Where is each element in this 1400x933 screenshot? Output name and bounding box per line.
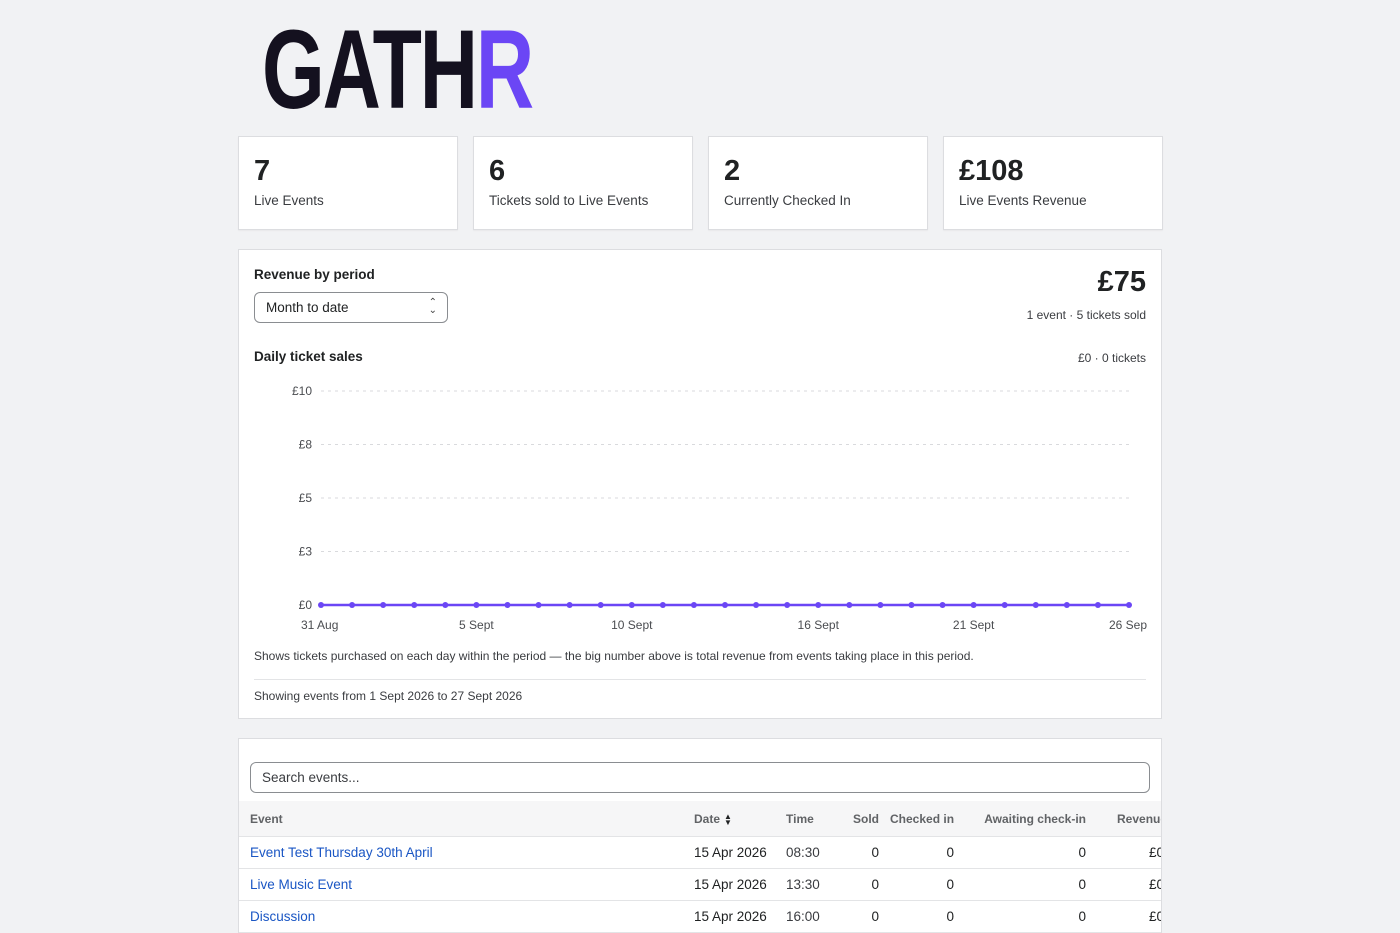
event-revenue: £0: [1149, 877, 1161, 892]
data-point: [753, 602, 760, 608]
y-tick-label: £8: [299, 438, 313, 452]
x-tick-label: 10 Sept: [611, 618, 653, 632]
x-tick-label: 21 Sept: [953, 618, 995, 632]
data-point: [473, 602, 480, 608]
table-row[interactable]: Event Test Thursday 30th April 15 Apr 20…: [239, 837, 1161, 869]
column-header-event[interactable]: Event: [250, 812, 283, 826]
column-header-date[interactable]: Date ▲ ▼: [694, 812, 732, 826]
daily-sales-chart: £0 £3 £5 £8 £10 31 Aug 5 Sept 10 Sept 16 Sept 21 …: [292, 384, 1147, 632]
events-table-header: Event Date ▲ ▼ Time Sold Checked in Awaiti…: [239, 801, 1161, 837]
column-header-checked-in[interactable]: Checked in: [890, 812, 954, 826]
data-point: [628, 602, 635, 608]
event-sold: 0: [871, 909, 879, 924]
stat-card-tickets-sold: 6 Tickets sold to Live Events: [473, 136, 693, 230]
event-awaiting: 0: [1078, 877, 1086, 892]
daily-sales-title: Daily ticket sales: [254, 349, 363, 364]
data-point: [411, 602, 418, 608]
data-point: [815, 602, 822, 608]
y-tick-label: £5: [299, 491, 313, 505]
event-date: 15 Apr 2026: [694, 909, 767, 924]
stat-value: £108: [959, 155, 1024, 187]
data-point: [380, 602, 387, 608]
y-tick-label: £3: [299, 545, 313, 559]
select-chevron-icon: ⌃ ⌄: [428, 297, 437, 316]
stat-label: Live Events Revenue: [959, 193, 1087, 208]
stat-label: Tickets sold to Live Events: [489, 193, 649, 208]
event-checked-in: 0: [946, 877, 954, 892]
x-tick-label: 26 Sep: [1109, 618, 1147, 632]
event-time: 16:00: [786, 909, 820, 924]
table-row[interactable]: Discussion 15 Apr 2026 16:00 0 0 0 £0: [239, 901, 1161, 933]
event-revenue: £0: [1149, 845, 1161, 860]
event-sold: 0: [871, 845, 879, 860]
data-point: [442, 602, 449, 608]
period-revenue-total: £75: [1097, 266, 1146, 298]
data-point: [659, 602, 666, 608]
event-awaiting: 0: [1078, 845, 1086, 860]
y-tick-label: £0: [299, 598, 313, 612]
event-link[interactable]: Live Music Event: [250, 877, 352, 892]
period-select-value: Month to date: [266, 300, 349, 315]
revenue-panel: Revenue by period Month to date ⌃ ⌄ £75 1…: [238, 249, 1162, 719]
gathr-logo: GATHR: [262, 7, 534, 132]
stat-card-checked-in: 2 Currently Checked In: [708, 136, 928, 230]
event-link[interactable]: Discussion: [250, 909, 315, 924]
date-range-note: Showing events from 1 Sept 2026 to 27 Se…: [254, 689, 523, 703]
data-point: [349, 602, 356, 608]
data-point: [908, 602, 915, 608]
daily-sales-summary: £0 · 0 tickets: [1077, 351, 1146, 365]
y-tick-label: £10: [292, 384, 312, 398]
event-checked-in: 0: [946, 909, 954, 924]
data-point: [784, 602, 791, 608]
events-panel: Event Date▲▼ Time Sold Checked in Awaiti…: [238, 738, 1162, 933]
x-tick-label: 5 Sept: [459, 618, 494, 632]
event-date: 15 Apr 2026: [694, 845, 767, 860]
data-point: [318, 602, 324, 608]
event-time: 08:30: [786, 845, 820, 860]
event-time: 13:30: [786, 877, 820, 892]
stat-value: 7: [254, 155, 271, 187]
column-header-sold[interactable]: Sold: [853, 812, 879, 826]
sort-icon: ▲ ▼: [724, 811, 732, 827]
period-select[interactable]: Month to date ⌃ ⌄: [254, 292, 448, 323]
data-point: [1001, 602, 1008, 608]
table-row[interactable]: Live Music Event 15 Apr 2026 13:30 0 0 0…: [239, 869, 1161, 901]
stat-label: Live Events: [254, 193, 324, 208]
data-point: [877, 602, 884, 608]
event-date: 15 Apr 2026: [694, 877, 767, 892]
data-point: [846, 602, 853, 608]
column-header-time[interactable]: Time: [786, 812, 814, 826]
stat-card-live-events: 7 Live Events: [238, 136, 458, 230]
event-sold: 0: [871, 877, 879, 892]
search-events-input[interactable]: [250, 762, 1150, 793]
x-tick-label: 31 Aug: [301, 618, 338, 632]
data-point: [1094, 602, 1101, 608]
x-tick-label: 16 Sept: [798, 618, 840, 632]
data-point: [970, 602, 977, 608]
data-point: [597, 602, 604, 608]
column-header-revenue[interactable]: Revenue: [1117, 812, 1161, 826]
data-point: [535, 602, 542, 608]
data-point: [566, 602, 573, 608]
data-point: [504, 602, 511, 608]
event-checked-in: 0: [946, 845, 954, 860]
revenue-title: Revenue by period: [254, 267, 375, 282]
stat-value: 2: [724, 155, 741, 187]
data-point: [939, 602, 946, 608]
data-point: [1063, 602, 1070, 608]
chart-note: Shows tickets purchased on each day with…: [254, 649, 974, 663]
stat-label: Currently Checked In: [724, 193, 851, 208]
period-revenue-summary: 1 event · 5 tickets sold: [1026, 308, 1146, 322]
event-revenue: £0: [1149, 909, 1161, 924]
divider: [254, 679, 1146, 680]
stat-card-revenue: £108 Live Events Revenue: [943, 136, 1163, 230]
event-awaiting: 0: [1078, 909, 1086, 924]
data-point: [722, 602, 728, 608]
stat-value: 6: [489, 155, 506, 187]
data-point: [690, 602, 697, 608]
column-header-awaiting[interactable]: Awaiting check-in: [984, 812, 1086, 826]
event-link[interactable]: Event Test Thursday 30th April: [250, 845, 433, 860]
data-point: [1126, 602, 1132, 608]
data-point: [1032, 602, 1039, 608]
